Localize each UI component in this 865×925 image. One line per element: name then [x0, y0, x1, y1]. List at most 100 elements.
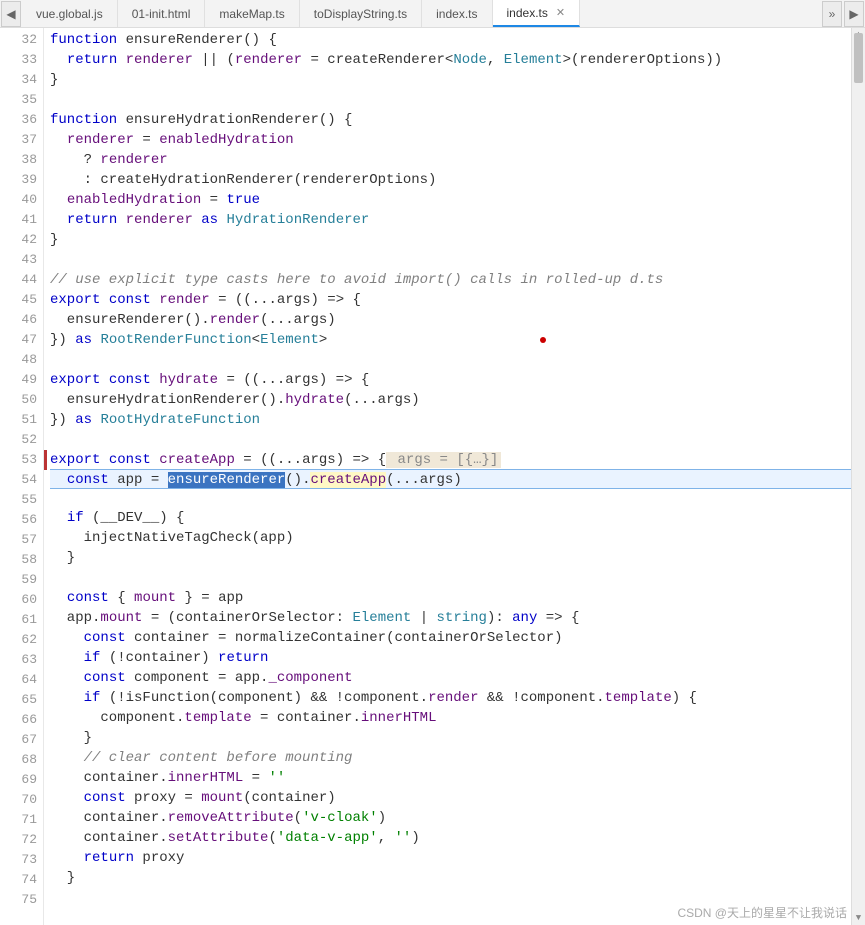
code-line-40[interactable]: enabledHydration = true — [50, 190, 865, 210]
code-line-73[interactable]: return proxy — [50, 848, 865, 868]
line-number: 36 — [0, 110, 43, 130]
line-number: 33 — [0, 50, 43, 70]
tab-0[interactable]: vue.global.js — [22, 0, 118, 27]
code-line-63[interactable]: if (!container) return — [50, 648, 865, 668]
line-number: 61 — [0, 610, 43, 630]
code-line-46[interactable]: ensureRenderer().render(...args) — [50, 310, 865, 330]
line-number: 55 — [0, 490, 43, 510]
line-number: 48 — [0, 350, 43, 370]
code-line-36[interactable]: function ensureHydrationRenderer() { — [50, 110, 865, 130]
code-line-54[interactable]: const app = ensureRenderer().createApp(.… — [50, 469, 865, 489]
line-number: 67 — [0, 730, 43, 750]
code-line-64[interactable]: const component = app._component — [50, 668, 865, 688]
tab-label: index.ts — [436, 7, 477, 21]
tab-1[interactable]: 01-init.html — [118, 0, 206, 27]
line-number: 68 — [0, 750, 43, 770]
code-line-55[interactable] — [50, 488, 865, 508]
code-line-51[interactable]: }) as RootHydrateFunction — [50, 410, 865, 430]
tab-bar: ◀ vue.global.js 01-init.html makeMap.ts toD… — [0, 0, 865, 28]
vertical-scrollbar[interactable]: ▲ ▼ — [851, 28, 865, 925]
code-line-53[interactable]: export const createApp = ((...args) => {… — [44, 450, 865, 470]
line-number: 59 — [0, 570, 43, 590]
line-number: 34 — [0, 70, 43, 90]
line-number: 63 — [0, 650, 43, 670]
line-number: 32 — [0, 30, 43, 50]
code-line-72[interactable]: container.setAttribute('data-v-app', '') — [50, 828, 865, 848]
close-icon[interactable]: ✕ — [556, 6, 565, 19]
tab-5[interactable]: index.ts ✕ — [493, 0, 581, 27]
code-line-59[interactable] — [50, 568, 865, 588]
code-line-38[interactable]: ? renderer — [50, 150, 865, 170]
code-line-68[interactable]: // clear content before mounting — [50, 748, 865, 768]
line-number: 52 — [0, 430, 43, 450]
line-number: 74 — [0, 870, 43, 890]
code-line-34[interactable]: } — [50, 70, 865, 90]
line-number: 60 — [0, 590, 43, 610]
line-number: 70 — [0, 790, 43, 810]
tab-scroll-right[interactable]: ▶ — [844, 1, 864, 27]
code-line-71[interactable]: container.removeAttribute('v-cloak') — [50, 808, 865, 828]
code-area[interactable]: function ensureRenderer() { return rende… — [44, 28, 865, 925]
line-gutter: 3233343536373839404142434445464748495051… — [0, 28, 44, 925]
code-line-58[interactable]: } — [50, 548, 865, 568]
tab-label: vue.global.js — [36, 7, 103, 21]
line-number: 53 — [0, 450, 43, 470]
code-line-47[interactable]: }) as RootRenderFunction<Element> — [50, 330, 865, 350]
code-line-61[interactable]: app.mount = (containerOrSelector: Elemen… — [50, 608, 865, 628]
code-line-74[interactable]: } — [50, 868, 865, 888]
code-editor[interactable]: 3233343536373839404142434445464748495051… — [0, 28, 865, 925]
code-line-32[interactable]: function ensureRenderer() { — [50, 30, 865, 50]
code-line-48[interactable] — [50, 350, 865, 370]
line-number: 65 — [0, 690, 43, 710]
tab-scroll-left[interactable]: ◀ — [1, 1, 21, 27]
code-line-52[interactable] — [50, 430, 865, 450]
line-number: 75 — [0, 890, 43, 910]
code-line-33[interactable]: return renderer || (renderer = createRen… — [50, 50, 865, 70]
tab-label: makeMap.ts — [219, 7, 284, 21]
code-line-56[interactable]: if (__DEV__) { — [50, 508, 865, 528]
code-line-41[interactable]: return renderer as HydrationRenderer — [50, 210, 865, 230]
code-line-35[interactable] — [50, 90, 865, 110]
code-line-70[interactable]: const proxy = mount(container) — [50, 788, 865, 808]
line-number: 35 — [0, 90, 43, 110]
line-number: 41 — [0, 210, 43, 230]
code-line-60[interactable]: const { mount } = app — [50, 588, 865, 608]
code-line-42[interactable]: } — [50, 230, 865, 250]
tab-label: 01-init.html — [132, 7, 191, 21]
code-line-67[interactable]: } — [50, 728, 865, 748]
line-number: 58 — [0, 550, 43, 570]
scroll-thumb[interactable] — [854, 33, 863, 83]
code-line-66[interactable]: component.template = container.innerHTML — [50, 708, 865, 728]
code-line-43[interactable] — [50, 250, 865, 270]
line-number: 64 — [0, 670, 43, 690]
tabs-container: vue.global.js 01-init.html makeMap.ts toDis… — [22, 0, 821, 27]
line-number: 66 — [0, 710, 43, 730]
line-number: 73 — [0, 850, 43, 870]
watermark: CSDN @天上的星星不让我说话 — [677, 904, 847, 921]
line-number: 43 — [0, 250, 43, 270]
line-number: 72 — [0, 830, 43, 850]
code-line-57[interactable]: injectNativeTagCheck(app) — [50, 528, 865, 548]
code-line-65[interactable]: if (!isFunction(component) && !component… — [50, 688, 865, 708]
line-number: 38 — [0, 150, 43, 170]
code-line-37[interactable]: renderer = enabledHydration — [50, 130, 865, 150]
tab-3[interactable]: toDisplayString.ts — [300, 0, 422, 27]
line-number: 56 — [0, 510, 43, 530]
code-line-39[interactable]: : createHydrationRenderer(rendererOption… — [50, 170, 865, 190]
code-line-50[interactable]: ensureHydrationRenderer().hydrate(...arg… — [50, 390, 865, 410]
code-line-44[interactable]: // use explicit type casts here to avoid… — [50, 270, 865, 290]
tab-label: index.ts — [507, 6, 548, 20]
line-number: 46 — [0, 310, 43, 330]
code-line-49[interactable]: export const hydrate = ((...args) => { — [50, 370, 865, 390]
line-number: 50 — [0, 390, 43, 410]
tab-2[interactable]: makeMap.ts — [205, 0, 299, 27]
scroll-down-icon[interactable]: ▼ — [852, 911, 865, 925]
line-number: 71 — [0, 810, 43, 830]
tab-overflow[interactable]: » — [822, 1, 842, 27]
line-number: 57 — [0, 530, 43, 550]
code-line-69[interactable]: container.innerHTML = '' — [50, 768, 865, 788]
code-line-45[interactable]: export const render = ((...args) => { — [50, 290, 865, 310]
tab-4[interactable]: index.ts — [422, 0, 492, 27]
code-line-62[interactable]: const container = normalizeContainer(con… — [50, 628, 865, 648]
tab-label: toDisplayString.ts — [314, 7, 407, 21]
